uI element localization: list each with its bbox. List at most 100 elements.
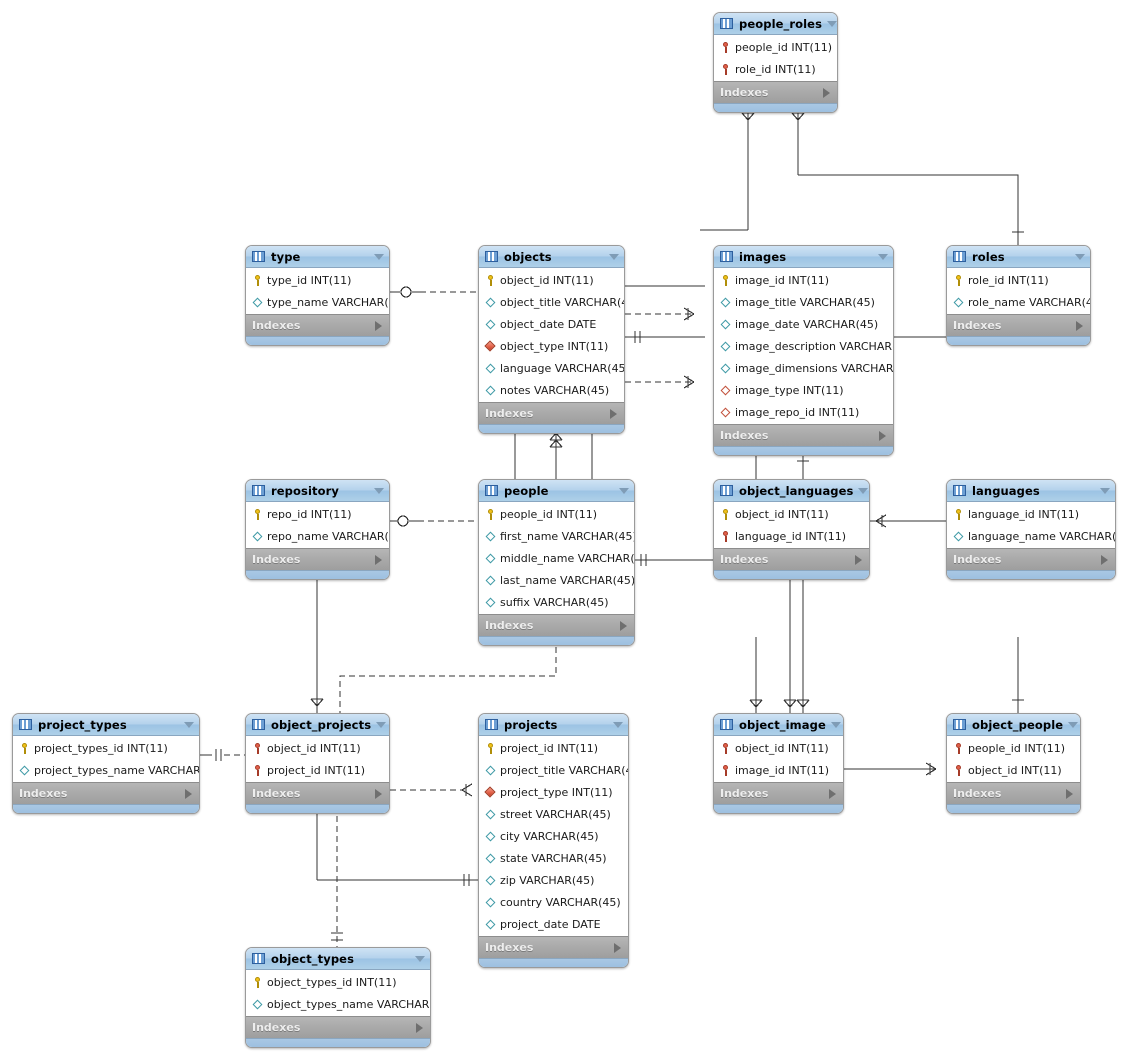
column-row[interactable]: project_types_id INT(11): [13, 737, 199, 759]
column-row[interactable]: language_name VARCHAR(45): [947, 525, 1115, 547]
chevron-down-icon[interactable]: [1075, 253, 1085, 260]
triangle-right-icon[interactable]: [855, 554, 862, 565]
indexes-section-people_roles[interactable]: Indexes: [714, 81, 837, 103]
column-row[interactable]: state VARCHAR(45): [479, 847, 628, 869]
table-header-object_people[interactable]: object_people: [947, 714, 1080, 736]
column-row[interactable]: image_description VARCHAR(45): [714, 335, 893, 357]
indexes-section-roles[interactable]: Indexes: [947, 314, 1090, 336]
column-row[interactable]: role_id INT(11): [947, 269, 1090, 291]
table-projects[interactable]: projects project_id INT(11) project_title …: [478, 713, 629, 968]
column-row[interactable]: object_title VARCHAR(45): [479, 291, 624, 313]
table-header-object_types[interactable]: object_types: [246, 948, 430, 970]
chevron-down-icon[interactable]: [878, 253, 888, 260]
table-header-people[interactable]: people: [479, 480, 634, 502]
indexes-section-object_languages[interactable]: Indexes: [714, 548, 869, 570]
column-row[interactable]: object_id INT(11): [947, 759, 1080, 781]
indexes-section-projects[interactable]: Indexes: [479, 936, 628, 958]
column-row[interactable]: project_date DATE: [479, 913, 628, 935]
column-row[interactable]: object_date DATE: [479, 313, 624, 335]
column-row[interactable]: people_id INT(11): [714, 36, 837, 58]
column-row[interactable]: object_types_name VARCHAR(45): [246, 993, 430, 1015]
column-row[interactable]: people_id INT(11): [947, 737, 1080, 759]
column-row[interactable]: project_types_name VARCHAR(45): [13, 759, 199, 781]
table-header-people_roles[interactable]: people_roles: [714, 13, 837, 35]
table-roles[interactable]: roles role_id INT(11) role_name VARCHAR(45…: [946, 245, 1091, 346]
column-row[interactable]: image_title VARCHAR(45): [714, 291, 893, 313]
chevron-down-icon[interactable]: [374, 487, 384, 494]
indexes-section-project_types[interactable]: Indexes: [13, 782, 199, 804]
column-row[interactable]: repo_id INT(11): [246, 503, 389, 525]
indexes-section-objects[interactable]: Indexes: [479, 402, 624, 424]
table-images[interactable]: images image_id INT(11) image_title VARCHA…: [713, 245, 894, 456]
column-row[interactable]: language VARCHAR(45): [479, 357, 624, 379]
chevron-down-icon[interactable]: [184, 721, 194, 728]
table-header-images[interactable]: images: [714, 246, 893, 268]
triangle-right-icon[interactable]: [416, 1022, 423, 1033]
column-row[interactable]: people_id INT(11): [479, 503, 634, 525]
column-row[interactable]: object_types_id INT(11): [246, 971, 430, 993]
table-header-object_projects[interactable]: object_projects: [246, 714, 389, 736]
table-people_roles[interactable]: people_roles people_id INT(11) role_id INT…: [713, 12, 838, 113]
triangle-right-icon[interactable]: [610, 408, 617, 419]
triangle-right-icon[interactable]: [879, 430, 886, 441]
table-people[interactable]: people people_id INT(11) first_name VARCHA…: [478, 479, 635, 646]
indexes-section-object_projects[interactable]: Indexes: [246, 782, 389, 804]
triangle-right-icon[interactable]: [829, 788, 836, 799]
table-objects[interactable]: objects object_id INT(11) object_title VAR…: [478, 245, 625, 434]
table-languages[interactable]: languages language_id INT(11) language_nam…: [946, 479, 1116, 580]
column-row[interactable]: city VARCHAR(45): [479, 825, 628, 847]
table-header-roles[interactable]: roles: [947, 246, 1090, 268]
triangle-right-icon[interactable]: [375, 320, 382, 331]
chevron-down-icon[interactable]: [1068, 721, 1079, 728]
indexes-section-object_people[interactable]: Indexes: [947, 782, 1080, 804]
indexes-section-languages[interactable]: Indexes: [947, 548, 1115, 570]
table-repository[interactable]: repository repo_id INT(11) repo_name VARCH…: [245, 479, 390, 580]
table-object_people[interactable]: object_people people_id INT(11) object_id …: [946, 713, 1081, 814]
chevron-down-icon[interactable]: [613, 721, 623, 728]
column-row[interactable]: language_id INT(11): [714, 525, 869, 547]
indexes-section-object_types[interactable]: Indexes: [246, 1016, 430, 1038]
chevron-down-icon[interactable]: [415, 955, 425, 962]
column-row[interactable]: image_id INT(11): [714, 759, 843, 781]
table-object_languages[interactable]: object_languages object_id INT(11) languag…: [713, 479, 870, 580]
chevron-down-icon[interactable]: [609, 253, 619, 260]
triangle-right-icon[interactable]: [1076, 320, 1083, 331]
triangle-right-icon[interactable]: [823, 87, 830, 98]
column-row[interactable]: last_name VARCHAR(45): [479, 569, 634, 591]
triangle-right-icon[interactable]: [1101, 554, 1108, 565]
table-project_types[interactable]: project_types project_types_id INT(11) pro…: [12, 713, 200, 814]
column-row[interactable]: project_title VARCHAR(45): [479, 759, 628, 781]
column-row[interactable]: object_id INT(11): [246, 737, 389, 759]
eer-diagram-canvas[interactable]: people_roles people_id INT(11) role_id INT…: [0, 0, 1126, 1052]
column-row[interactable]: image_date VARCHAR(45): [714, 313, 893, 335]
triangle-right-icon[interactable]: [375, 554, 382, 565]
column-row[interactable]: country VARCHAR(45): [479, 891, 628, 913]
indexes-section-object_image[interactable]: Indexes: [714, 782, 843, 804]
table-header-type[interactable]: type: [246, 246, 389, 268]
column-row[interactable]: role_id INT(11): [714, 58, 837, 80]
table-header-project_types[interactable]: project_types: [13, 714, 199, 736]
column-row[interactable]: language_id INT(11): [947, 503, 1115, 525]
column-row[interactable]: zip VARCHAR(45): [479, 869, 628, 891]
indexes-section-type[interactable]: Indexes: [246, 314, 389, 336]
column-row[interactable]: project_id INT(11): [246, 759, 389, 781]
column-row[interactable]: image_type INT(11): [714, 379, 893, 401]
column-row[interactable]: notes VARCHAR(45): [479, 379, 624, 401]
table-header-repository[interactable]: repository: [246, 480, 389, 502]
column-row[interactable]: type_id INT(11): [246, 269, 389, 291]
indexes-section-repository[interactable]: Indexes: [246, 548, 389, 570]
column-row[interactable]: suffix VARCHAR(45): [479, 591, 634, 613]
column-row[interactable]: middle_name VARCHAR(45): [479, 547, 634, 569]
indexes-section-images[interactable]: Indexes: [714, 424, 893, 446]
table-object_types[interactable]: object_types object_types_id INT(11) objec…: [245, 947, 431, 1048]
chevron-down-icon[interactable]: [858, 487, 869, 494]
column-row[interactable]: street VARCHAR(45): [479, 803, 628, 825]
column-row[interactable]: type_name VARCHAR(45): [246, 291, 389, 313]
column-row[interactable]: project_id INT(11): [479, 737, 628, 759]
column-row[interactable]: object_type INT(11): [479, 335, 624, 357]
table-header-projects[interactable]: projects: [479, 714, 628, 736]
chevron-down-icon[interactable]: [376, 721, 387, 728]
triangle-right-icon[interactable]: [185, 788, 192, 799]
column-row[interactable]: image_id INT(11): [714, 269, 893, 291]
table-object_projects[interactable]: object_projects object_id INT(11) project_…: [245, 713, 390, 814]
